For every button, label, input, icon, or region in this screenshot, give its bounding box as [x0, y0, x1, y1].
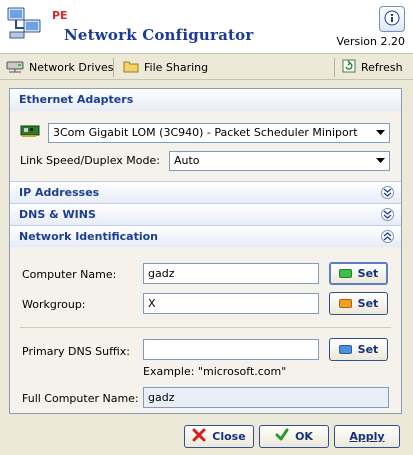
section-netid-header[interactable]: Network Identification	[10, 225, 401, 247]
close-label: Close	[212, 430, 246, 443]
apply-label: Apply	[349, 430, 385, 443]
section-ethernet-title: Ethernet Adapters	[19, 93, 134, 106]
adapter-select-value: 3Com Gigabit LOM (3C940) - Packet Schedu…	[53, 126, 358, 139]
adapter-select[interactable]: 3Com Gigabit LOM (3C940) - Packet Schedu…	[48, 123, 390, 143]
section-dns-header[interactable]: DNS & WINS	[10, 203, 401, 225]
set-dns-suffix-button[interactable]: Set	[329, 338, 388, 361]
section-ip-title: IP Addresses	[19, 186, 100, 199]
file-sharing-label: File Sharing	[144, 61, 209, 74]
ok-button[interactable]: OK	[259, 425, 329, 448]
dns-suffix-input[interactable]	[143, 339, 319, 360]
section-ethernet-header[interactable]: Ethernet Adapters	[10, 89, 401, 111]
status-led-orange-icon	[338, 299, 352, 308]
close-button[interactable]: Close	[184, 425, 254, 448]
computer-name-label: Computer Name:	[22, 268, 117, 281]
status-led-green-icon	[338, 269, 352, 278]
section-ip-header[interactable]: IP Addresses	[10, 181, 401, 203]
chevron-down-icon	[373, 154, 387, 168]
link-speed-select[interactable]: Auto	[169, 151, 390, 171]
apply-button[interactable]: Apply	[334, 425, 400, 448]
toolbar-divider	[113, 58, 114, 77]
set-label: Set	[357, 343, 379, 356]
file-sharing-icon	[123, 59, 139, 76]
close-x-icon	[192, 428, 206, 445]
network-drive-icon	[6, 59, 24, 76]
chevron-up-icon[interactable]	[381, 230, 394, 243]
ok-check-icon	[275, 428, 289, 445]
app-title: Network Configurator	[64, 26, 254, 44]
ok-label: OK	[295, 430, 313, 443]
toolbar-divider	[334, 58, 335, 77]
app-network-icon	[6, 6, 42, 40]
header: PE Network Configurator Version 2.20	[0, 0, 413, 54]
chevron-down-icon	[373, 126, 387, 140]
computer-name-input[interactable]: gadz	[143, 263, 319, 284]
set-workgroup-button[interactable]: Set	[329, 292, 388, 315]
section-ethernet-body: 3Com Gigabit LOM (3C940) - Packet Schedu…	[10, 111, 401, 181]
refresh-label: Refresh	[361, 61, 403, 74]
set-computer-name-button[interactable]: Set	[329, 262, 388, 285]
refresh-button[interactable]: Refresh	[342, 58, 403, 77]
divider	[20, 327, 391, 328]
section-netid-title: Network Identification	[19, 230, 159, 243]
file-sharing-button[interactable]: File Sharing	[123, 58, 208, 77]
network-drives-label: Network Drives	[29, 61, 114, 74]
pe-label: PE	[52, 9, 68, 22]
version-label: Version 2.20	[336, 35, 405, 48]
chevron-down-icon[interactable]	[381, 208, 394, 221]
link-speed-label: Link Speed/Duplex Mode:	[20, 154, 160, 167]
workgroup-label: Workgroup:	[22, 298, 86, 311]
full-computer-name-field: gadz	[143, 387, 389, 408]
network-drives-button[interactable]: Network Drives	[6, 58, 113, 77]
link-speed-value: Auto	[174, 154, 200, 167]
section-netid-body: Computer Name: gadz Set Workgroup: X Set…	[10, 247, 401, 413]
set-label: Set	[357, 267, 379, 280]
chevron-down-icon[interactable]	[381, 186, 394, 199]
full-computer-name-label: Full Computer Name:	[22, 392, 139, 405]
settings-panel: Ethernet Adapters 3Com Gigabit LOM (3C94…	[9, 88, 402, 414]
refresh-icon	[342, 59, 356, 76]
workgroup-input[interactable]: X	[143, 293, 319, 314]
dns-suffix-example: Example: "microsoft.com"	[143, 365, 287, 378]
toolbar: Network Drives File Sharing Refresh	[0, 55, 413, 80]
network-card-icon	[20, 124, 40, 141]
set-label: Set	[357, 297, 379, 310]
dns-suffix-label: Primary DNS Suffix:	[22, 345, 130, 358]
section-dns-title: DNS & WINS	[19, 208, 96, 221]
about-button[interactable]	[379, 6, 405, 32]
info-icon	[384, 10, 400, 29]
status-led-blue-icon	[338, 345, 352, 354]
